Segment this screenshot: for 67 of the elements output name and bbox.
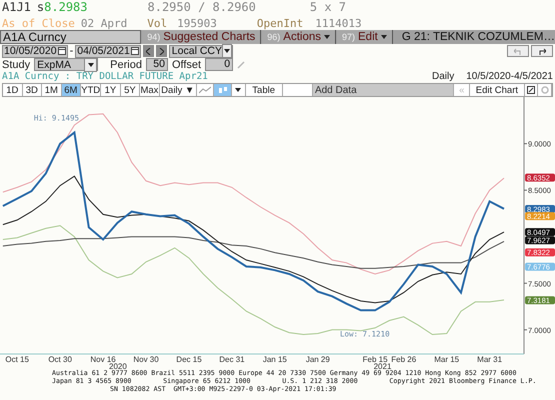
- line-chart-icon: [199, 86, 212, 94]
- period-tab[interactable]: 1M: [42, 84, 62, 96]
- quote-size: 5 x 7: [310, 0, 346, 14]
- chart-settings-icon[interactable]: [524, 84, 538, 96]
- caret-icon: [324, 35, 330, 39]
- caret-icon: [224, 49, 230, 53]
- chart-subtitle: A1A Curncy : TRY DOLLAR FUTURE Apr21: [2, 71, 208, 82]
- ticker: A1J1: [2, 0, 31, 14]
- undo-icon: [514, 48, 522, 54]
- caret-icon: [380, 35, 387, 39]
- close-label: As of Close: [2, 17, 75, 30]
- x-tick-label: Feb 26: [391, 355, 416, 364]
- date-span: 10/5/2020-4/5/2021: [466, 71, 553, 82]
- period-label: Period: [110, 58, 142, 70]
- page-title: G 21: TEKNIK COZUMLEM…: [400, 30, 555, 44]
- menu-button[interactable]: 97) Edit: [337, 30, 393, 44]
- volume-label: Vol: [147, 17, 168, 30]
- frequency-label: Daily: [432, 71, 454, 82]
- add-data-field[interactable]: Add Data: [312, 84, 454, 96]
- open-interest-value: 1114013: [315, 17, 362, 30]
- period-tab[interactable]: 6M: [62, 84, 82, 96]
- x-tick-label: Mar 15: [434, 355, 460, 364]
- x-tick-label: Oct 30: [48, 355, 72, 364]
- x-tick-label: Dec 31: [219, 355, 245, 364]
- x-tick-label: Jan 15: [262, 355, 287, 364]
- offset-label: Offset: [172, 58, 202, 70]
- caret-icon: [88, 62, 94, 66]
- x-tick-label: Nov 30: [133, 355, 159, 364]
- frequency-dropdown[interactable]: Daily ▼: [160, 84, 197, 96]
- caret-icon: [235, 88, 242, 92]
- period-tab[interactable]: Max: [140, 84, 160, 96]
- last-price: 8.2983: [44, 0, 88, 14]
- start-date-field[interactable]: 10/05/2020: [2, 44, 68, 58]
- next-button[interactable]: [156, 45, 167, 57]
- x-tick-label: Dec 15: [176, 355, 202, 364]
- x-tick-label: Jan 29: [306, 355, 330, 364]
- price-source: s: [36, 0, 44, 14]
- previous-button[interactable]: [142, 45, 154, 57]
- redo-icon: [538, 48, 546, 54]
- security-field[interactable]: A1A Curncy: [0, 30, 142, 44]
- chart-style-button[interactable]: [196, 84, 214, 96]
- chevron-left-icon: [146, 48, 151, 54]
- period-tab[interactable]: YTD: [81, 84, 102, 96]
- menu-button[interactable]: 94) Suggested Charts: [142, 30, 262, 44]
- x-tick-label: Mar 31: [477, 355, 502, 364]
- x-tick-label: Nov 16: [90, 355, 116, 364]
- currency-dropdown[interactable]: Local CCY: [168, 44, 233, 58]
- offset-field[interactable]: 0: [205, 58, 234, 71]
- calendar-icon[interactable]: [58, 47, 66, 55]
- volume-value: 195903: [177, 17, 217, 30]
- bid-ask: 8.2950 / 8.2960: [148, 0, 256, 14]
- period-field[interactable]: 50: [146, 58, 168, 71]
- calendar-icon[interactable]: [130, 47, 139, 55]
- study-label: Study: [2, 58, 30, 70]
- year-label: 2021: [374, 362, 392, 369]
- end-date-field[interactable]: 04/05/2021: [75, 44, 141, 58]
- close-date: 02 Aprd: [80, 17, 128, 30]
- redo-button[interactable]: [531, 45, 553, 57]
- open-interest-label: OpenInt: [256, 17, 304, 30]
- study-dropdown[interactable]: ExpMA: [34, 58, 98, 71]
- date-separator: -: [70, 45, 74, 57]
- menu-button[interactable]: 96) Actions: [262, 30, 336, 44]
- x-tick-label: Feb 15: [362, 355, 388, 364]
- chevron-right-icon: [158, 48, 164, 54]
- year-label: 2020: [109, 362, 127, 369]
- candlestick-icon: [216, 86, 229, 94]
- x-tick-label: Oct 15: [5, 355, 29, 364]
